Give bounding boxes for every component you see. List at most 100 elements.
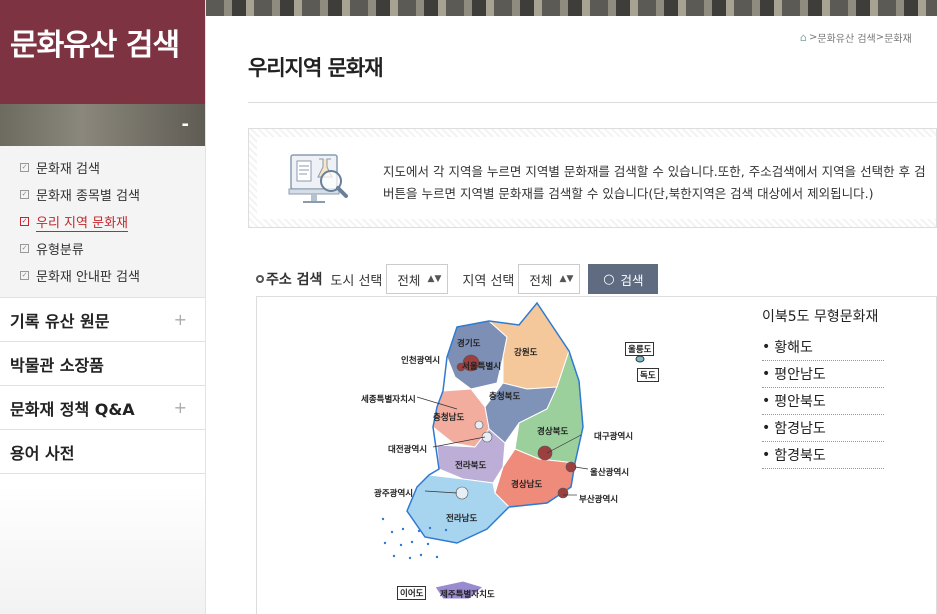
updown-arrow-icon: ▲▼ (427, 274, 442, 284)
sidebar-item-type-classification[interactable]: ✓ 유형분류 (20, 235, 205, 262)
north-province-item[interactable]: • 함경남도 (762, 415, 884, 442)
region-label-chungbuk[interactable]: 충청북도 (489, 390, 520, 402)
top-banner (206, 0, 937, 16)
region-label-chungnam[interactable]: 충청남도 (433, 411, 464, 423)
collapse-icon[interactable]: - (182, 114, 189, 135)
island-dot (426, 542, 430, 546)
sidebar-item-category-search[interactable]: ✓ 문화재 종목별 검색 (20, 181, 205, 208)
region-label-daegu[interactable]: 대구광역시 (594, 430, 633, 442)
breadcrumb-item[interactable]: 문화재 (884, 30, 912, 45)
sidebar-item-local-heritage[interactable]: ✓ 우리 지역 문화재 (20, 208, 205, 235)
region-label-ulsan[interactable]: 울산광역시 (590, 466, 629, 478)
north-province-item[interactable]: • 함경북도 (762, 442, 884, 469)
info-box: 지도에서 각 지역을 누르면 지역별 문화재를 검색할 수 있습니다.또한, 주… (248, 128, 937, 228)
map-metro-gwangju[interactable] (455, 486, 469, 500)
sidebar-item-label: 문화재 안내판 검색 (36, 270, 140, 285)
island-dot (390, 530, 394, 534)
sidebar-footer (0, 486, 205, 614)
region-label-gwangju[interactable]: 광주광역시 (374, 487, 413, 499)
region-label-jeonnam[interactable]: 전라남도 (446, 512, 477, 524)
page-title: 우리지역 문화재 (248, 56, 384, 80)
region-label-jeju[interactable]: 제주특별자치도 (440, 588, 495, 600)
search-button[interactable]: ○ 검색 (588, 264, 659, 294)
menu-label: 문화재 정책 Q&A (10, 399, 135, 419)
region-label-ieodo[interactable]: 이어도 (397, 586, 427, 600)
checkbox-icon: ✓ (20, 163, 29, 172)
region-select-label: 지역 선택 (462, 273, 515, 289)
bullet-icon (256, 275, 264, 283)
region-label-gangwon[interactable]: 강원도 (514, 346, 537, 358)
region-label-jeonbuk[interactable]: 전라북도 (455, 459, 486, 471)
map-metro-ulsan[interactable] (565, 461, 577, 473)
breadcrumb-item[interactable]: 문화유산 검색 (817, 30, 875, 45)
sidebar-title: 문화유산 검색 (0, 0, 205, 104)
checkbox-icon: ✓ (20, 244, 29, 253)
leader-line (574, 466, 589, 470)
island-dot (419, 553, 423, 557)
north-province-item[interactable]: • 황해도 (762, 334, 884, 361)
map-region-ulleung[interactable] (635, 355, 645, 363)
north-provinces-panel: 이북5도 무형문화재 • 황해도 • 평안남도 • 평안북도 • 함경남도 • 함경북도 (762, 306, 884, 469)
region-label-ulleung[interactable]: 울릉도 (625, 342, 655, 356)
checkbox-icon: ✓ (20, 217, 29, 226)
region-label-sejong[interactable]: 세종특별자치시 (361, 393, 416, 405)
city-select-label: 도시 선택 (330, 273, 383, 289)
island-dot (408, 556, 412, 560)
city-select[interactable]: 전체 ▲▼ (386, 264, 449, 294)
island-dot (392, 554, 396, 558)
menu-records[interactable]: 기록 유산 원문 + (0, 298, 205, 342)
map-metro-busan[interactable] (557, 487, 569, 499)
sidebar-item-label: 문화재 검색 (36, 162, 100, 177)
title-divider (248, 102, 937, 103)
region-label-gyeonggi[interactable]: 경기도 (457, 337, 480, 349)
menu-label: 기록 유산 원문 (10, 311, 110, 331)
info-text: 지도에서 각 지역을 누르면 지역별 문화재를 검색할 수 있습니다.또한, 주… (383, 164, 926, 201)
sidebar: 문화유산 검색 - ✓ 문화재 검색 ✓ 문화재 종목별 검색 ✓ 우리 지역 문화재… (0, 0, 206, 614)
checkbox-icon: ✓ (20, 271, 29, 280)
region-label-gyeongbuk[interactable]: 경상북도 (537, 425, 568, 437)
korea-map-svg (381, 301, 645, 600)
menu-label: 박물관 소장품 (10, 355, 104, 375)
checkbox-icon: ✓ (20, 190, 29, 199)
north-province-item[interactable]: • 평안남도 (762, 361, 884, 388)
plus-icon[interactable]: + (174, 398, 187, 417)
sidebar-item-label: 문화재 종목별 검색 (36, 189, 140, 204)
north-provinces-title: 이북5도 무형문화재 (762, 309, 879, 325)
menu-policy-qa[interactable]: 문화재 정책 Q&A + (0, 386, 205, 430)
sidebar-submenu: ✓ 문화재 검색 ✓ 문화재 종목별 검색 ✓ 우리 지역 문화재 ✓ 유형분류 ✓ 문화… (0, 146, 205, 298)
address-search-bar: 주소 검색 도시 선택 전체 ▲▼ 지역 선택 전체 ▲▼ ○ 검색 (256, 263, 659, 295)
region-label-seoul[interactable]: 서울특별시 (462, 360, 501, 372)
sidebar-item-label: 우리 지역 문화재 (36, 212, 128, 232)
sidebar-item-signboard-search[interactable]: ✓ 문화재 안내판 검색 (20, 262, 205, 289)
address-search-label: 주소 검색 (266, 272, 323, 288)
home-icon[interactable]: ⌂ (800, 31, 807, 44)
region-label-dokdo[interactable]: 독도 (637, 368, 659, 382)
region-label-gyeongnam[interactable]: 경상남도 (511, 478, 542, 490)
island-dot (401, 527, 405, 531)
region-label-incheon[interactable]: 인천광역시 (401, 354, 440, 366)
menu-museum[interactable]: 박물관 소장품 (0, 342, 205, 386)
search-icon: ○ (603, 271, 615, 287)
region-select[interactable]: 전체 ▲▼ (518, 264, 581, 294)
island-dot (410, 540, 414, 544)
map-metro-sejong[interactable] (474, 420, 484, 430)
menu-glossary[interactable]: 용어 사전 (0, 430, 205, 474)
island-dot (435, 555, 439, 559)
north-province-item[interactable]: • 평안북도 (762, 388, 884, 415)
island-dot (428, 526, 432, 530)
island-dot (399, 543, 403, 547)
island-dot (444, 528, 448, 532)
sidebar-item-heritage-search[interactable]: ✓ 문화재 검색 (20, 154, 205, 181)
document-search-icon (288, 154, 348, 203)
sidebar-section-band: - (0, 104, 205, 146)
map-metro-daegu[interactable] (537, 445, 553, 461)
region-label-busan[interactable]: 부산광역시 (579, 493, 618, 505)
breadcrumb: ⌂ > 문화유산 검색 > 문화재 (800, 30, 912, 45)
sidebar-item-label: 유형분류 (36, 243, 84, 258)
region-label-daejeon[interactable]: 대전광역시 (388, 443, 427, 455)
island-dot (383, 541, 387, 545)
plus-icon[interactable]: + (174, 310, 187, 329)
island-dot (417, 529, 421, 533)
menu-label: 용어 사전 (10, 443, 75, 463)
updown-arrow-icon: ▲▼ (559, 274, 574, 284)
